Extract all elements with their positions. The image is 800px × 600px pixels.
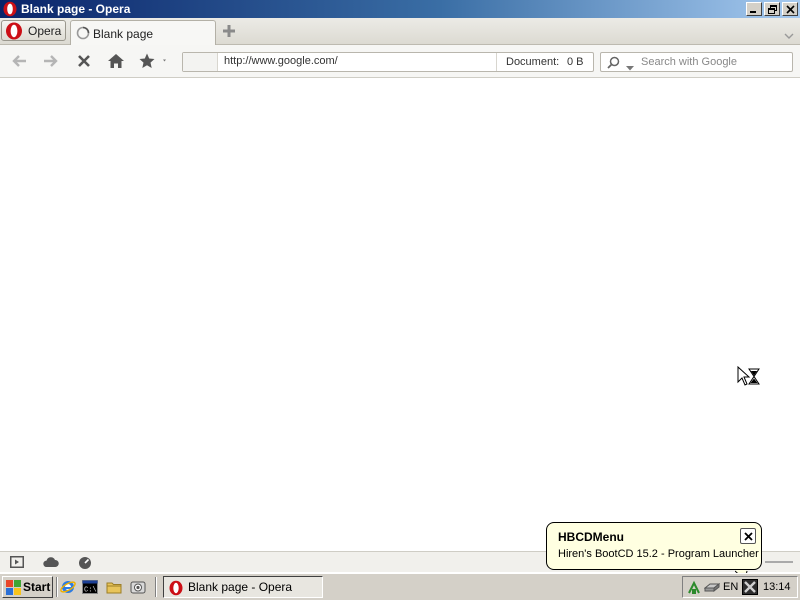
tray-balloon-tooltip[interactable]: HBCDMenu Hiren's BootCD 15.2 - Program L… (546, 522, 762, 581)
opera-logo-icon (168, 580, 184, 599)
busy-cursor-icon (737, 365, 761, 391)
search-engine-dropdown-icon[interactable] (626, 60, 634, 74)
restore-button[interactable] (764, 2, 780, 16)
search-field[interactable]: Search with Google (600, 52, 793, 72)
zoom-slider[interactable] (765, 561, 793, 563)
page-content-area[interactable] (0, 79, 800, 551)
svg-text:C:\: C:\ (84, 587, 97, 595)
back-arrow-icon[interactable] (12, 53, 28, 72)
site-info-slot[interactable] (183, 53, 218, 71)
navigation-bar: http://www.google.com/ Document: 0 B Sea… (0, 45, 800, 78)
taskbar-button-opera[interactable]: Blank page - Opera (163, 576, 323, 598)
tab-bar: Opera Blank page (0, 18, 800, 45)
home-icon[interactable] (107, 53, 125, 72)
document-label: Document: (506, 56, 560, 68)
close-window-button[interactable] (782, 2, 798, 16)
opera-unite-cloud-icon[interactable] (43, 556, 59, 571)
minimize-button[interactable] (746, 2, 762, 16)
hbcd-menu-tray-icon[interactable] (742, 579, 758, 598)
start-button[interactable]: Start (2, 576, 53, 598)
windows-taskbar: Start C:\ Blank page - Opera EN 13:14 (0, 573, 800, 600)
stop-x-icon[interactable] (77, 53, 91, 72)
start-label: Start (23, 580, 51, 594)
balloon-close-button[interactable] (740, 528, 756, 544)
document-size: 0 B (567, 56, 584, 68)
windows-flag-icon (6, 580, 21, 598)
network-drive-icon[interactable] (703, 580, 721, 597)
address-input[interactable]: http://www.google.com/ (224, 55, 338, 67)
balloon-title: HBCDMenu (558, 530, 624, 544)
opera-logo-icon (4, 22, 26, 43)
screen-capture-icon[interactable] (130, 579, 146, 598)
opera-menu-label: Opera (28, 24, 62, 38)
search-icon[interactable] (607, 56, 620, 72)
turbo-speedometer-icon[interactable] (77, 556, 93, 572)
system-tray: EN 13:14 (682, 576, 798, 598)
quicklaunch-separator (155, 577, 157, 597)
opera-menu-button[interactable]: Opera (1, 20, 66, 41)
tab-label: Blank page (93, 27, 154, 41)
language-indicator[interactable]: EN (723, 581, 738, 593)
quicklaunch-separator (56, 577, 58, 597)
balloon-text: Hiren's BootCD 15.2 - Program Launcher (558, 548, 759, 560)
window-titlebar[interactable]: Blank page - Opera (0, 0, 800, 18)
command-prompt-icon[interactable]: C:\ (82, 579, 98, 598)
clock[interactable]: 13:14 (763, 581, 791, 593)
opera-logo-icon (2, 1, 18, 17)
tab-menu-chevron-icon[interactable] (784, 28, 794, 42)
address-bar[interactable]: http://www.google.com/ Document: 0 B (182, 52, 594, 72)
bookmark-star-icon[interactable] (139, 53, 169, 72)
safely-remove-hardware-icon[interactable] (687, 580, 701, 598)
new-tab-plus-icon[interactable] (222, 24, 236, 41)
address-divider (496, 53, 497, 71)
loading-spinner-icon (76, 26, 90, 43)
forward-arrow-icon[interactable] (42, 53, 58, 72)
panel-toggle-icon[interactable] (10, 556, 24, 571)
taskbar-button-label: Blank page - Opera (188, 580, 293, 594)
internet-explorer-icon[interactable] (60, 579, 76, 598)
tab-blank-page[interactable]: Blank page (70, 20, 216, 45)
window-title: Blank page - Opera (21, 2, 131, 16)
search-placeholder: Search with Google (641, 56, 737, 68)
folder-icon[interactable] (106, 579, 122, 598)
